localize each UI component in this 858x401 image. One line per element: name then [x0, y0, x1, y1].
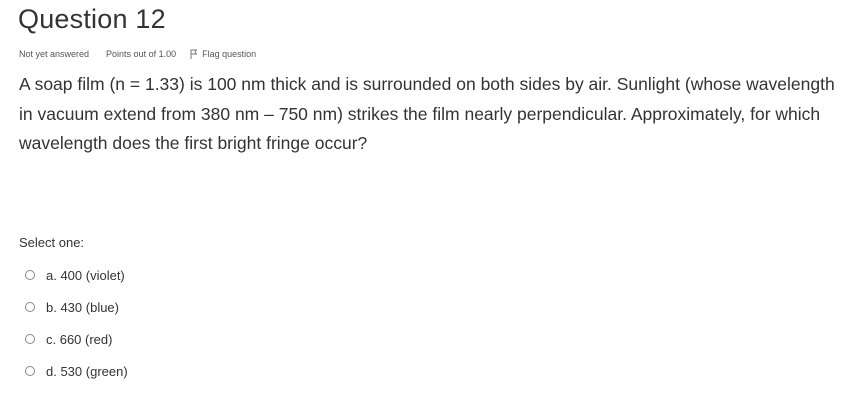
flag-icon — [190, 49, 198, 59]
answer-options: a. 400 (violet) b. 430 (blue) c. 660 (re… — [19, 259, 128, 387]
question-title: Question 12 — [18, 4, 166, 34]
radio-unchecked-icon[interactable] — [25, 302, 35, 312]
question-text-block: A soap film (n = 1.33) is 100 nm thick a… — [19, 70, 839, 159]
answer-option-label: c. 660 (red) — [46, 331, 113, 347]
radio-unchecked-icon[interactable] — [25, 366, 35, 376]
question-status: Not yet answered — [19, 49, 90, 59]
select-one-prompt: Select one: — [19, 235, 85, 250]
answer-option-label: a. 400 (violet) — [46, 267, 125, 283]
radio-unchecked-icon[interactable] — [25, 334, 35, 344]
radio-unchecked-icon[interactable] — [25, 270, 35, 280]
question-points: Points out of 1.00 — [106, 49, 177, 59]
answer-option-label: d. 530 (green) — [46, 363, 128, 379]
answer-option-a[interactable]: a. 400 (violet) — [19, 259, 128, 291]
flag-question-label: Flag question — [202, 49, 257, 59]
answer-option-label: b. 430 (blue) — [46, 299, 119, 315]
answer-option-b[interactable]: b. 430 (blue) — [19, 291, 128, 323]
question-text: A soap film (n = 1.33) is 100 nm thick a… — [19, 74, 835, 153]
flag-question-link[interactable]: Flag question — [190, 49, 256, 59]
answer-option-d[interactable]: d. 530 (green) — [19, 355, 128, 387]
question-page: Question 12 Not yet answered Points out … — [0, 0, 858, 401]
answer-option-c[interactable]: c. 660 (red) — [19, 323, 128, 355]
question-info: Not yet answered Points out of 1.00 Flag… — [19, 47, 256, 61]
